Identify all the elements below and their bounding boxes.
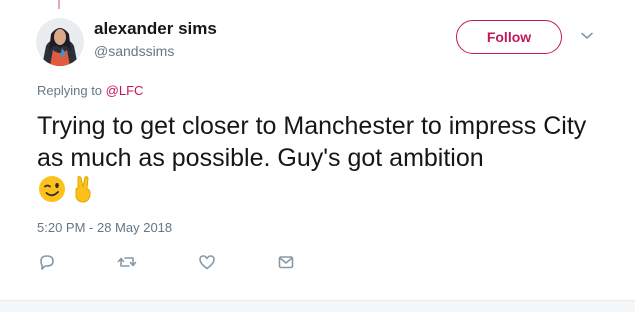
retweet-icon[interactable] <box>117 252 137 272</box>
tweet-bottom-divider <box>0 300 635 312</box>
tweet-text: Trying to get closer to Manchester to im… <box>37 112 587 172</box>
replying-to-line: Replying to @LFC <box>37 83 143 98</box>
user-handle[interactable]: @sandssims <box>94 43 174 59</box>
follow-button[interactable]: Follow <box>456 20 562 54</box>
direct-message-icon[interactable] <box>276 252 296 272</box>
avatar-photo-icon <box>36 18 84 66</box>
tweet-actions-bar <box>0 252 635 274</box>
like-icon[interactable] <box>197 252 217 272</box>
avatar[interactable] <box>36 18 84 66</box>
replying-to-label: Replying to <box>37 83 106 98</box>
tweet-emojis <box>37 174 95 204</box>
winking-face-icon <box>39 176 65 202</box>
reply-icon[interactable] <box>37 252 57 272</box>
user-display-name[interactable]: alexander sims <box>94 19 217 39</box>
mention-link[interactable]: @LFC <box>106 83 144 98</box>
tweet-timestamp[interactable]: 5:20 PM - 28 May 2018 <box>37 220 172 235</box>
thread-connector-line <box>58 0 60 9</box>
victory-hand-icon <box>75 176 91 203</box>
chevron-down-icon[interactable] <box>580 31 594 41</box>
